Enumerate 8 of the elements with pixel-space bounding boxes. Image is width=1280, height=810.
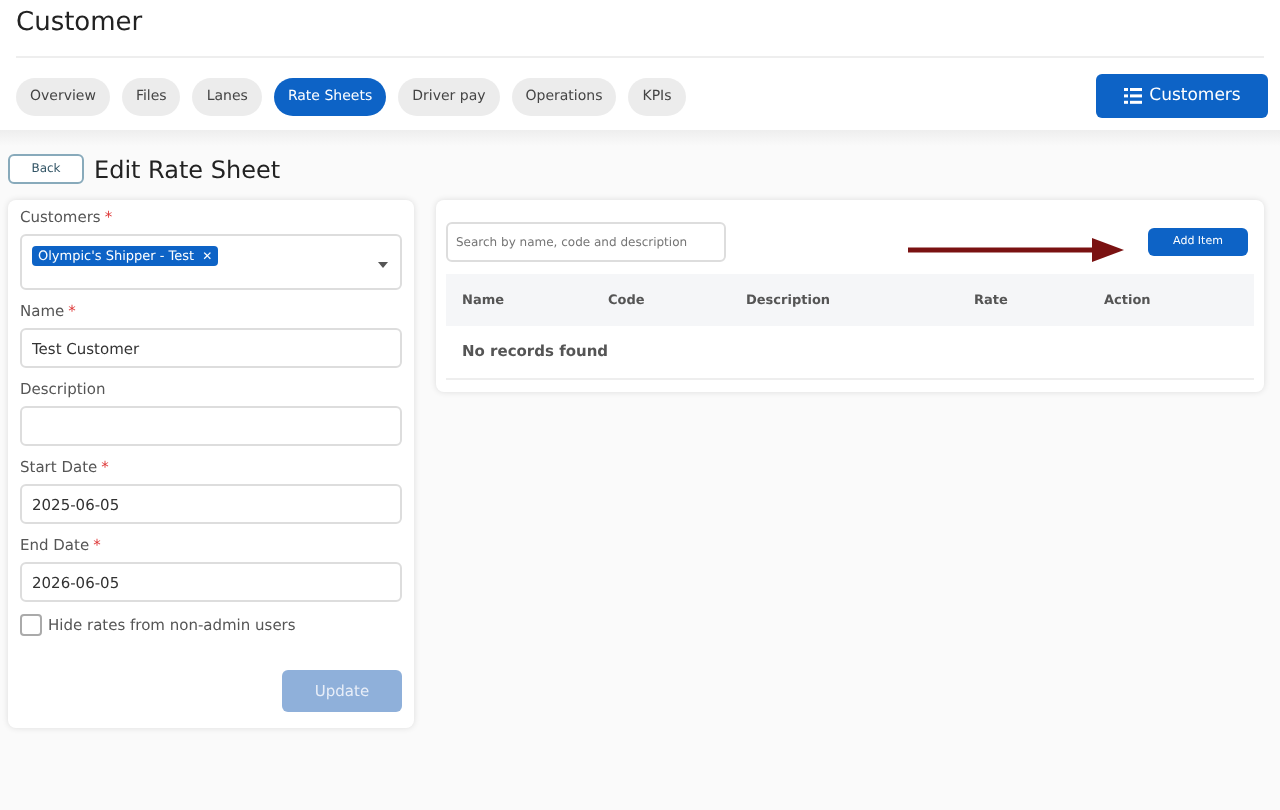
form-title: Edit Rate Sheet — [94, 155, 281, 183]
checkbox[interactable] — [20, 614, 42, 636]
page-title: Customer — [16, 8, 1264, 58]
customers-button[interactable]: Customers — [1096, 74, 1268, 118]
arrow-icon — [908, 238, 1124, 262]
caret-icon — [378, 262, 388, 268]
list-icon — [1123, 88, 1142, 104]
input-field[interactable] — [20, 406, 402, 446]
